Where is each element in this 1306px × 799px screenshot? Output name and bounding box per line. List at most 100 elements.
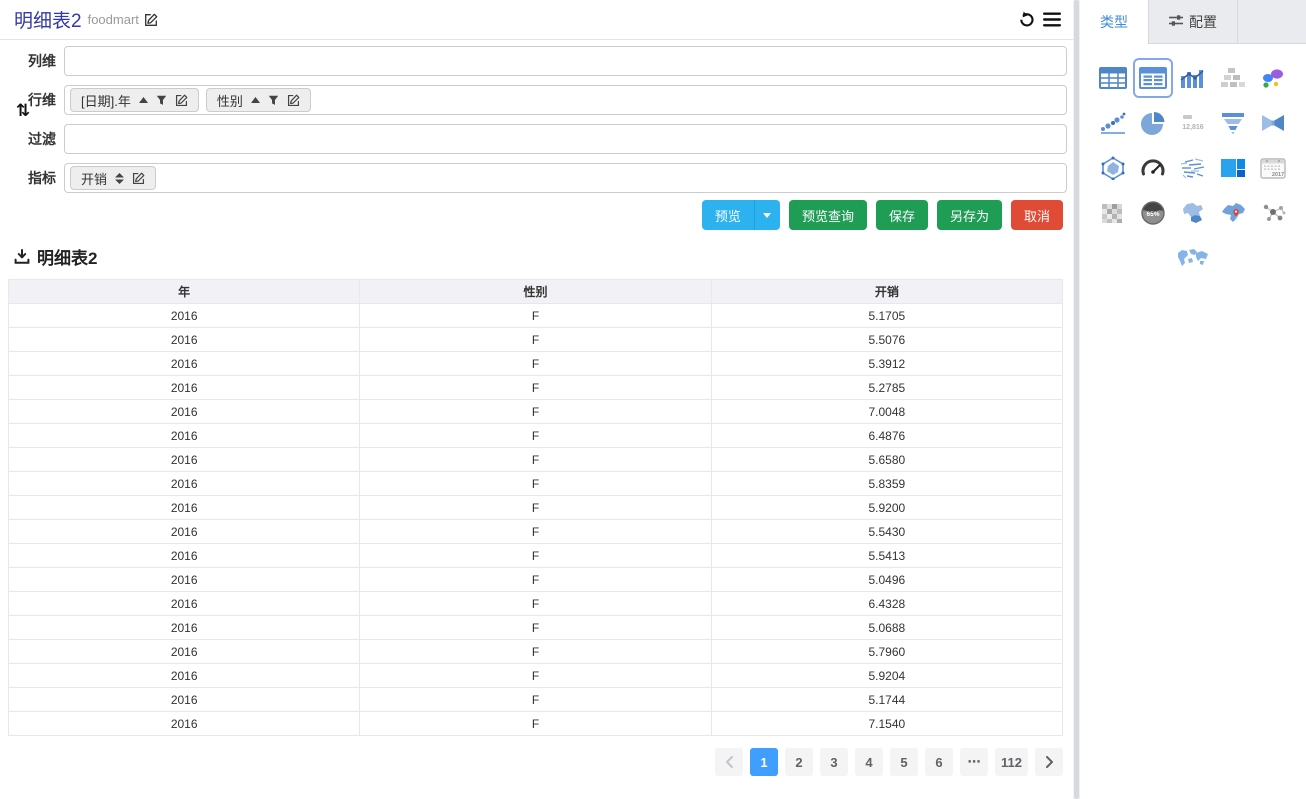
main-scrollbar-thumb[interactable] xyxy=(1074,0,1079,799)
measure-chip-expense[interactable]: 开销 xyxy=(70,166,156,190)
save-button[interactable]: 保存 xyxy=(876,200,928,230)
column-dimensions-dropzone[interactable] xyxy=(64,46,1067,76)
column-dimensions-row: 列维 xyxy=(0,46,1067,76)
chart-type-heatmap-icon[interactable] xyxy=(1095,195,1131,231)
pagination-ellipsis[interactable]: ⋯ xyxy=(960,748,988,776)
table-row: 2016F6.4328 xyxy=(9,592,1063,616)
table-cell: 5.5076 xyxy=(711,328,1062,352)
table-cell: 2016 xyxy=(9,400,360,424)
filter-icon[interactable] xyxy=(268,95,279,106)
main-scrollbar-track xyxy=(1073,0,1080,799)
result-title-text: 明细表2 xyxy=(37,244,97,269)
table-cell: F xyxy=(360,376,711,400)
edit-icon[interactable] xyxy=(287,94,300,107)
column-header: 开销 xyxy=(711,280,1062,304)
save-as-button[interactable]: 另存为 xyxy=(937,200,1002,230)
table-cell: F xyxy=(360,640,711,664)
measures-row: 指标 开销 xyxy=(0,163,1067,193)
chart-type-liquid-fill-icon[interactable]: 65% xyxy=(1135,195,1171,231)
chart-type-stacked-bar-icon[interactable] xyxy=(1215,60,1251,96)
row-dimensions-row: 行维 [日期].年 性别 xyxy=(0,85,1067,115)
column-header: 性别 xyxy=(360,280,711,304)
chart-type-bar-line-icon[interactable] xyxy=(1175,60,1211,96)
table-cell: 5.0688 xyxy=(711,616,1062,640)
preview-query-button[interactable]: 预览查询 xyxy=(789,200,867,230)
refresh-icon[interactable] xyxy=(1017,11,1035,29)
sort-both-icon[interactable] xyxy=(115,173,124,184)
table-row: 2016F7.1540 xyxy=(9,712,1063,736)
table-cell: 7.0048 xyxy=(711,400,1062,424)
chart-type-sankey-icon[interactable] xyxy=(1255,105,1291,141)
dimension-chip-date-year[interactable]: [日期].年 xyxy=(70,88,199,112)
tab-type[interactable]: 类型 xyxy=(1080,0,1149,44)
table-row: 2016F5.7960 xyxy=(9,640,1063,664)
chart-type-word-cloud-icon[interactable] xyxy=(1175,150,1211,186)
header-actions xyxy=(1017,11,1061,29)
chart-type-pie-icon[interactable] xyxy=(1135,105,1171,141)
sliders-icon xyxy=(1169,14,1183,30)
table-cell: 2016 xyxy=(9,520,360,544)
filter-row: 过滤 xyxy=(0,124,1067,154)
svg-text:2017: 2017 xyxy=(1272,172,1284,178)
chart-type-relation-graph-icon[interactable] xyxy=(1255,195,1291,231)
chart-type-funnel-icon[interactable] xyxy=(1215,105,1251,141)
chip-label: 性别 xyxy=(217,91,243,110)
preview-button[interactable]: 预览 xyxy=(702,200,754,230)
tab-config[interactable]: 配置 xyxy=(1149,0,1238,44)
edit-icon[interactable] xyxy=(175,94,188,107)
filter-icon[interactable] xyxy=(156,95,167,106)
table-cell: 6.4876 xyxy=(711,424,1062,448)
cube-name: foodmart xyxy=(88,12,139,27)
table-body: 2016F5.17052016F5.50762016F5.39122016F5.… xyxy=(9,304,1063,736)
table-row: 2016F5.8359 xyxy=(9,472,1063,496)
dimension-chip-gender[interactable]: 性别 xyxy=(206,88,311,112)
pagination-page-3[interactable]: 3 xyxy=(820,748,848,776)
edit-title-icon[interactable] xyxy=(144,13,158,27)
chart-type-radar-icon[interactable] xyxy=(1095,150,1131,186)
table-row: 2016F5.9204 xyxy=(9,664,1063,688)
preview-dropdown-button[interactable] xyxy=(754,200,780,230)
table-row: 2016F5.2785 xyxy=(9,376,1063,400)
row-dimensions-dropzone[interactable]: [日期].年 性别 xyxy=(64,85,1067,115)
table-row: 2016F5.0496 xyxy=(9,568,1063,592)
chart-type-treemap-icon[interactable] xyxy=(1215,150,1251,186)
sort-asc-icon[interactable] xyxy=(139,97,148,103)
tab-config-label: 配置 xyxy=(1189,12,1217,32)
table-row: 2016F5.6580 xyxy=(9,448,1063,472)
pagination-page-5[interactable]: 5 xyxy=(890,748,918,776)
pagination-page-4[interactable]: 4 xyxy=(855,748,883,776)
pagination-next-button[interactable] xyxy=(1035,748,1063,776)
pagination-page-2[interactable]: 2 xyxy=(785,748,813,776)
cancel-button[interactable]: 取消 xyxy=(1011,200,1063,230)
chart-type-area-map-icon[interactable] xyxy=(1175,195,1211,231)
menu-icon[interactable] xyxy=(1043,12,1061,27)
table-cell: F xyxy=(360,520,711,544)
measures-dropzone[interactable]: 开销 xyxy=(64,163,1067,193)
table-cell: 5.8359 xyxy=(711,472,1062,496)
chart-type-world-map-icon[interactable] xyxy=(1175,240,1211,276)
chart-type-scatter-icon[interactable] xyxy=(1095,105,1131,141)
chip-label: 开销 xyxy=(81,169,107,188)
table-cell: F xyxy=(360,712,711,736)
chart-type-calendar-icon[interactable]: 2017 xyxy=(1255,150,1291,186)
table-cell: 2016 xyxy=(9,328,360,352)
table-cell: F xyxy=(360,568,711,592)
chevron-down-icon xyxy=(763,213,771,218)
chart-type-table-icon[interactable] xyxy=(1095,60,1131,96)
pagination-page-112[interactable]: 112 xyxy=(995,748,1028,776)
sort-asc-icon[interactable] xyxy=(251,97,260,103)
chart-type-gauge-icon[interactable] xyxy=(1135,150,1171,186)
filter-dropzone[interactable] xyxy=(64,124,1067,154)
pagination-page-6[interactable]: 6 xyxy=(925,748,953,776)
pagination-prev-button[interactable] xyxy=(715,748,743,776)
svg-text:65%: 65% xyxy=(1146,211,1159,218)
chart-type-bubble-icon[interactable] xyxy=(1255,60,1291,96)
chart-type-detail-table-icon[interactable] xyxy=(1135,60,1171,96)
chart-type-kpi-card-icon[interactable]: 12,816 xyxy=(1175,105,1211,141)
pagination-page-1[interactable]: 1 xyxy=(750,748,778,776)
swap-axes-icon[interactable]: ⇅ xyxy=(16,102,30,119)
chart-type-china-map-icon[interactable] xyxy=(1215,195,1251,231)
table-cell: 2016 xyxy=(9,448,360,472)
edit-icon[interactable] xyxy=(132,172,145,185)
download-icon[interactable] xyxy=(14,249,30,265)
